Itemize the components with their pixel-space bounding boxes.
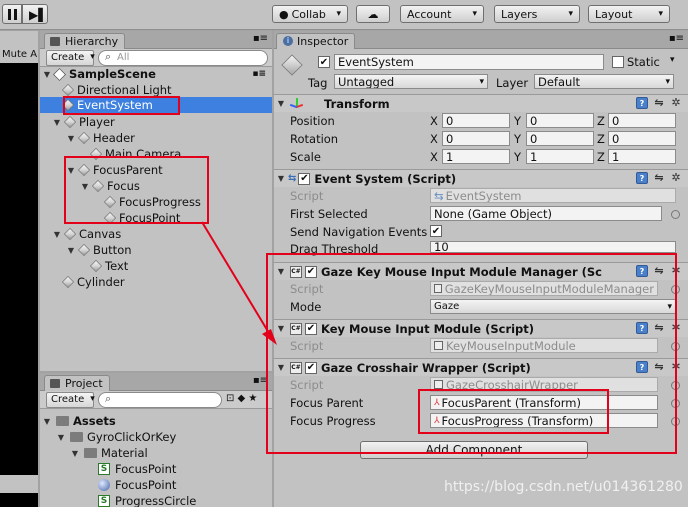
annotation-arrow-line [201,221,273,339]
watermark-text: https://blog.csdn.net/u014361280 [444,479,683,495]
annotation-arrow [201,221,277,345]
annotation-arrow-head [262,329,277,345]
